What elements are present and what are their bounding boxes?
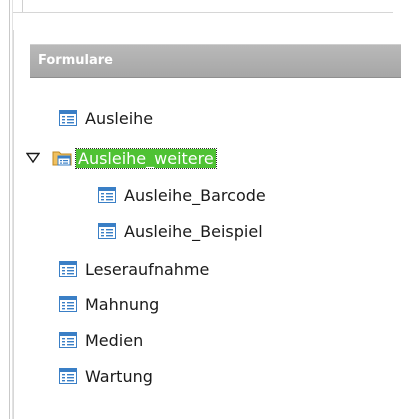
tree-item-mahnung[interactable]: Mahnung (59, 292, 159, 316)
tree-folder-ausleihe-weitere[interactable]: Ausleihe_weitere (52, 146, 217, 170)
tree-item-label: Medien (85, 330, 144, 350)
tree-item-leseraufnahme[interactable]: Leseraufnahme (59, 257, 209, 281)
tree-item-label: Ausleihe_Barcode (124, 185, 266, 205)
top-divider (13, 12, 393, 13)
tree-item-ausleihe-beispiel[interactable]: Ausleihe_Beispiel (98, 219, 263, 243)
form-document-icon (98, 187, 116, 203)
tree-item-ausleihe[interactable]: Ausleihe (59, 106, 153, 130)
tree-item-label: Ausleihe_weitere (75, 147, 217, 169)
forms-window: Formulare Ausleihe Ausleihe_weitere Ausl… (0, 0, 401, 419)
collapse-triangle-icon[interactable] (26, 152, 40, 164)
form-document-icon (59, 368, 77, 384)
form-document-icon (59, 261, 77, 277)
form-document-icon (59, 296, 77, 312)
tree-item-label: Ausleihe_Beispiel (124, 221, 263, 241)
tree-item-label: Mahnung (85, 294, 160, 314)
forms-panel-header: Formulare (30, 44, 401, 78)
folder-icon (52, 151, 72, 166)
form-document-icon (98, 223, 116, 239)
form-document-icon (59, 110, 77, 126)
forms-panel-title: Formulare (38, 53, 113, 68)
tree-item-label: Ausleihe (85, 108, 154, 128)
tree-item-label: Leseraufnahme (85, 259, 210, 279)
window-border (9, 0, 10, 419)
tree-item-ausleihe-barcode[interactable]: Ausleihe_Barcode (98, 183, 266, 207)
form-document-icon (59, 332, 77, 348)
tree-item-wartung[interactable]: Wartung (59, 364, 153, 388)
tree-item-medien[interactable]: Medien (59, 328, 143, 352)
tree-item-label: Wartung (85, 366, 153, 386)
top-divider-tick (22, 0, 23, 12)
